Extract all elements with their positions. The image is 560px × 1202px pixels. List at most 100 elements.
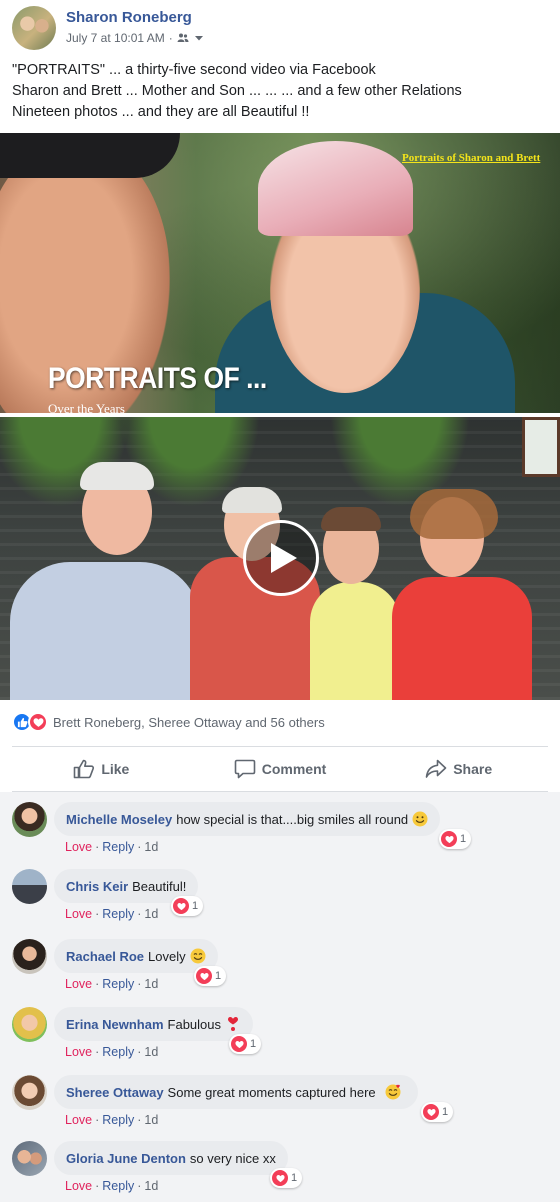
photo-cap-black [0, 133, 180, 178]
comment-reaction-count[interactable]: 1 [194, 966, 227, 986]
like-label: Like [101, 761, 130, 777]
love-link[interactable]: Love [65, 907, 92, 921]
love-icon [196, 968, 212, 984]
comment-age[interactable]: 1d [144, 1045, 158, 1059]
love-icon [272, 1170, 288, 1186]
love-link[interactable]: Love [65, 977, 92, 991]
post-text-line: Nineteen photos ... and they are all Bea… [12, 104, 310, 120]
comment-reaction-count[interactable]: 1 [229, 1034, 262, 1054]
comment-text: Lovely [148, 948, 186, 964]
author-name[interactable]: Sharon Roneberg [66, 9, 192, 26]
comment-actions: Love · Reply · 1d [65, 1045, 159, 1059]
share-icon [425, 759, 447, 778]
love-icon [173, 898, 189, 914]
comment-actions: Love · Reply · 1d [65, 977, 159, 991]
comment-item: Rachael Roe Lovely 1 Love · Reply · 1d [12, 939, 548, 995]
reply-link[interactable]: Reply [102, 907, 134, 921]
reaction-summary[interactable]: Brett Roneberg, Sheree Ottaway and 56 ot… [12, 712, 325, 732]
divider [12, 746, 548, 747]
comment-text: Some great moments captured here [167, 1084, 376, 1100]
like-button[interactable]: Like [12, 748, 191, 790]
comment-reaction-count[interactable]: 1 [421, 1102, 454, 1122]
comment-author[interactable]: Sheree Ottaway [66, 1085, 164, 1100]
reply-link[interactable]: Reply [102, 1113, 134, 1127]
avatar[interactable] [12, 1141, 47, 1176]
post-text: "PORTRAITS" ... a thirty-five second vid… [12, 60, 548, 123]
comment-age[interactable]: 1d [144, 1113, 158, 1127]
love-link[interactable]: Love [65, 1113, 92, 1127]
post-header: Sharon Roneberg July 7 at 10:01 AM · [0, 0, 560, 58]
video-caption: PORTRAITS OF ... [48, 362, 267, 395]
comment-item: Gloria June Denton so very nice xx 1 Lov… [12, 1141, 548, 1197]
video-overlay-title: Portraits of Sharon and Brett [402, 152, 541, 164]
comment-text: how special is that....big smiles all ro… [176, 811, 409, 827]
reply-link[interactable]: Reply [102, 977, 134, 991]
comment-author[interactable]: Rachael Roe [66, 949, 144, 964]
comment-author[interactable]: Gloria June Denton [66, 1151, 186, 1166]
comment-bubble: Sheree Ottaway Some great moments captur… [54, 1075, 418, 1109]
heart-exclamation-icon [228, 1017, 239, 1031]
comment-actions: Love · Reply · 1d [65, 1179, 159, 1193]
smile-emoji-icon [412, 811, 428, 827]
comment-button[interactable]: Comment [191, 748, 370, 790]
comment-bubble: Michelle Moseley how special is that....… [54, 802, 441, 836]
smiling-face-with-hearts-icon [385, 1084, 401, 1100]
post-text-line: "PORTRAITS" ... a thirty-five second vid… [12, 62, 376, 78]
love-icon [28, 712, 48, 732]
comment-item: Michelle Moseley how special is that....… [12, 802, 548, 858]
play-icon [271, 543, 297, 573]
avatar[interactable] [12, 802, 47, 837]
comment-actions: Love · Reply · 1d [65, 907, 159, 921]
comment-author[interactable]: Chris Keir [66, 879, 128, 894]
love-icon [423, 1104, 439, 1120]
comment-author[interactable]: Erina Newnham [66, 1017, 164, 1032]
reply-link[interactable]: Reply [102, 840, 134, 854]
share-label: Share [453, 761, 493, 777]
avatar[interactable] [12, 1075, 47, 1110]
comment-icon [234, 759, 256, 779]
avatar[interactable] [12, 869, 47, 904]
comment-text: Fabulous [167, 1016, 222, 1032]
comment-text: so very nice xx [189, 1150, 276, 1166]
comment-reaction-count[interactable]: 1 [439, 829, 472, 849]
post-meta: July 7 at 10:01 AM · [66, 31, 205, 45]
photo-cap-pink [258, 141, 413, 236]
comment-author[interactable]: Michelle Moseley [66, 812, 172, 827]
comment-actions: Love · Reply · 1d [65, 840, 159, 854]
action-bar: Like Comment Share [12, 748, 548, 790]
play-button[interactable] [243, 520, 319, 596]
comment-bubble: Erina Newnham Fabulous [54, 1007, 254, 1041]
thumbs-up-icon [74, 759, 95, 779]
love-icon [441, 831, 457, 847]
post-timestamp[interactable]: July 7 at 10:01 AM [66, 31, 165, 45]
love-link[interactable]: Love [65, 1179, 92, 1193]
comment-reaction-count[interactable]: 1 [270, 1168, 303, 1188]
reply-link[interactable]: Reply [102, 1179, 134, 1193]
friends-icon[interactable] [177, 32, 189, 44]
comment-text: Beautiful! [132, 878, 187, 894]
comment-age[interactable]: 1d [144, 977, 158, 991]
comment-bubble: Rachael Roe Lovely [54, 939, 218, 973]
share-button[interactable]: Share [369, 748, 548, 790]
chevron-down-icon[interactable] [193, 32, 205, 44]
love-link[interactable]: Love [65, 1045, 92, 1059]
avatar[interactable] [12, 1007, 47, 1042]
reply-link[interactable]: Reply [102, 1045, 134, 1059]
comment-age[interactable]: 1d [144, 907, 158, 921]
smile-emoji-icon [190, 948, 206, 964]
avatar[interactable] [12, 939, 47, 974]
photo-window [522, 417, 560, 477]
comment-label: Comment [261, 761, 327, 777]
comment-reaction-count[interactable]: 1 [171, 896, 204, 916]
comment-age[interactable]: 1d [144, 1179, 158, 1193]
comment-actions: Love · Reply · 1d [65, 1113, 159, 1127]
post-text-line: Sharon and Brett ... Mother and Son ... … [12, 83, 462, 99]
comment-item: Sheree Ottaway Some great moments captur… [12, 1075, 548, 1131]
author-avatar[interactable] [12, 6, 56, 50]
comment-age[interactable]: 1d [144, 840, 158, 854]
video-subcaption: Over the Years [48, 401, 125, 413]
comment-bubble: Gloria June Denton so very nice xx [54, 1141, 288, 1175]
love-link[interactable]: Love [65, 840, 92, 854]
comment-item: Chris Keir Beautiful! 1 Love · Reply · 1d [12, 869, 548, 925]
reaction-summary-text: Brett Roneberg, Sheree Ottaway and 56 ot… [53, 714, 325, 730]
